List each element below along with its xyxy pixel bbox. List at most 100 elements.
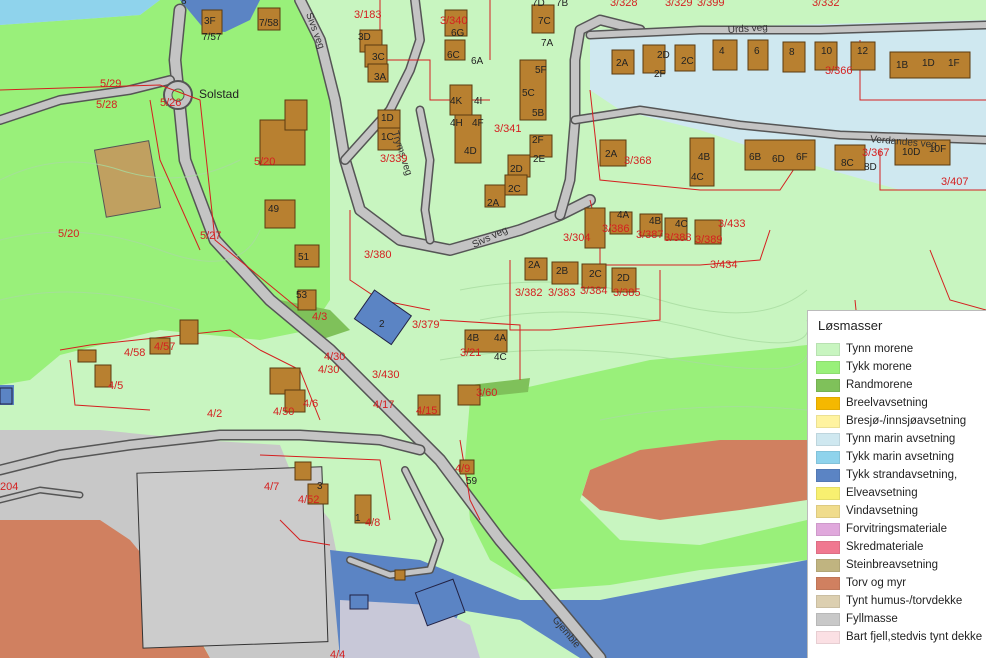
house-number: 2B xyxy=(556,266,569,277)
legend-label: Bresjø-/innsjøavsetning xyxy=(846,415,967,427)
house-number: 3D xyxy=(358,32,371,43)
plot-number: 4/4 xyxy=(330,649,345,658)
house-number: 7C xyxy=(538,16,551,27)
house-number: 53 xyxy=(296,290,308,301)
plot-number: 3/387 xyxy=(636,229,664,241)
legend-label: Forvitringsmateriale xyxy=(846,523,947,535)
house-number: 4D xyxy=(464,146,477,157)
legend-swatch xyxy=(816,360,840,374)
plot-number: 3/339 xyxy=(380,153,408,165)
house-number: 2F xyxy=(654,69,666,80)
plot-number: 4/50 xyxy=(273,406,294,418)
legend-label: Steinbreavsetning xyxy=(846,559,939,571)
plot-number: 3/332 xyxy=(812,0,840,9)
plot-number: 4/30 xyxy=(318,364,339,376)
plot-number: 5/28 xyxy=(96,99,117,111)
plot-number: 3/430 xyxy=(372,369,400,381)
house-number: 1B xyxy=(896,60,909,71)
legend-item: Vindavsetning xyxy=(816,502,980,520)
house-number: 6B xyxy=(749,152,762,163)
legend-items: Tynn morene Tykk morene Randmorene Breelvav… xyxy=(816,340,982,646)
legend-swatch xyxy=(816,342,840,356)
plot-number: 5/20 xyxy=(254,156,275,168)
plot-number: 4/9 xyxy=(455,463,470,475)
house-number: 2D xyxy=(510,164,523,175)
house-number: 2C xyxy=(508,184,521,195)
house-number: 5C xyxy=(522,88,535,99)
house-number: 59 xyxy=(466,476,478,487)
house-number: 1 xyxy=(355,513,361,524)
house-number: 2C xyxy=(681,56,694,67)
plot-number: 3/329 xyxy=(665,0,693,9)
house-number: 10 xyxy=(821,46,833,57)
plot-number: 4/15 xyxy=(416,405,437,417)
house-number: 7A xyxy=(541,38,554,49)
legend-label: Vindavsetning xyxy=(846,505,919,517)
plot-number: 3/304 xyxy=(563,232,591,244)
legend-item: Tynn morene xyxy=(816,340,980,358)
legend-swatch xyxy=(816,522,840,536)
house-number: 4A xyxy=(617,210,630,221)
legend-item: Forvitringsmateriale xyxy=(816,520,980,538)
house-number: 49 xyxy=(268,204,280,215)
legend-title: Løsmasser xyxy=(818,318,883,333)
plot-number: 3/21 xyxy=(460,347,481,359)
plot-number: 3/340 xyxy=(440,15,468,27)
plot-number: 4/8 xyxy=(365,517,380,529)
plot-number: 3/385 xyxy=(613,287,641,299)
house-number: 3C xyxy=(372,52,385,63)
legend-swatch xyxy=(816,630,840,644)
house-number: 1D xyxy=(381,113,394,124)
house-number: 2D xyxy=(657,50,670,61)
plot-number: 5/29 xyxy=(100,78,121,90)
legend-swatch xyxy=(816,396,840,410)
legend-item: Steinbreavsetning xyxy=(816,556,980,574)
house-number: 4B xyxy=(698,152,711,163)
house-number: 7/58 xyxy=(259,18,279,29)
plot-number: 3/183 xyxy=(354,9,382,21)
legend-swatch xyxy=(816,378,840,392)
house-number: 4K xyxy=(450,96,463,107)
plot-number: 3/384 xyxy=(580,285,608,297)
house-number: 6A xyxy=(471,56,484,67)
plot-number: 3/379 xyxy=(412,319,440,331)
place-solstad: Solstad xyxy=(199,87,239,101)
legend-label: Fyllmasse xyxy=(846,613,898,625)
plot-number: 3/366 xyxy=(825,65,853,77)
legend-item: Skredmateriale xyxy=(816,538,980,556)
house-number: 8D xyxy=(864,162,877,173)
legend-swatch xyxy=(816,612,840,626)
house-number: 12 xyxy=(857,46,869,57)
legend-label: Skredmateriale xyxy=(846,541,924,553)
plot-number: 3/433 xyxy=(718,218,746,230)
legend-swatch xyxy=(816,504,840,518)
house-number: 2A xyxy=(605,149,618,160)
plot-number: 5/26 xyxy=(160,97,181,109)
legend: Løsmasser Tynn morene Tykk morene Randmore… xyxy=(807,310,986,658)
legend-item: Bart fjell,stedvis tynt dekke xyxy=(816,628,982,646)
legend-swatch xyxy=(816,576,840,590)
house-number: 4 xyxy=(719,46,725,57)
plot-number: 3/388 xyxy=(664,232,692,244)
legend-label: Torv og myr xyxy=(846,577,907,589)
house-number: 2 xyxy=(379,319,385,330)
plot-number: 3/386 xyxy=(602,223,630,235)
legend-item: Tynt humus-/torvdekke xyxy=(816,592,980,610)
legend-label: Breelvavsetning xyxy=(846,397,928,409)
house-number: 7/57 xyxy=(202,32,222,43)
plot-number: 3/368 xyxy=(624,155,652,167)
plot-number: 3/380 xyxy=(364,249,392,261)
plot-number: 5/27 xyxy=(200,230,221,242)
plot-number: 3/367 xyxy=(862,147,890,159)
plot-number: 3/434 xyxy=(710,259,738,271)
house-number: 4A xyxy=(494,333,507,344)
legend-item: Tykk morene xyxy=(816,358,980,376)
legend-label: Tykk morene xyxy=(846,361,912,373)
house-number: 1D xyxy=(922,58,935,69)
house-number: 4C xyxy=(494,352,507,363)
house-number: 4H xyxy=(450,118,463,129)
house-number: 6F xyxy=(796,152,808,163)
house-number: 4C xyxy=(691,172,704,183)
house-number: 2F xyxy=(532,135,544,146)
legend-item: Tykk marin avsetning xyxy=(816,448,980,466)
